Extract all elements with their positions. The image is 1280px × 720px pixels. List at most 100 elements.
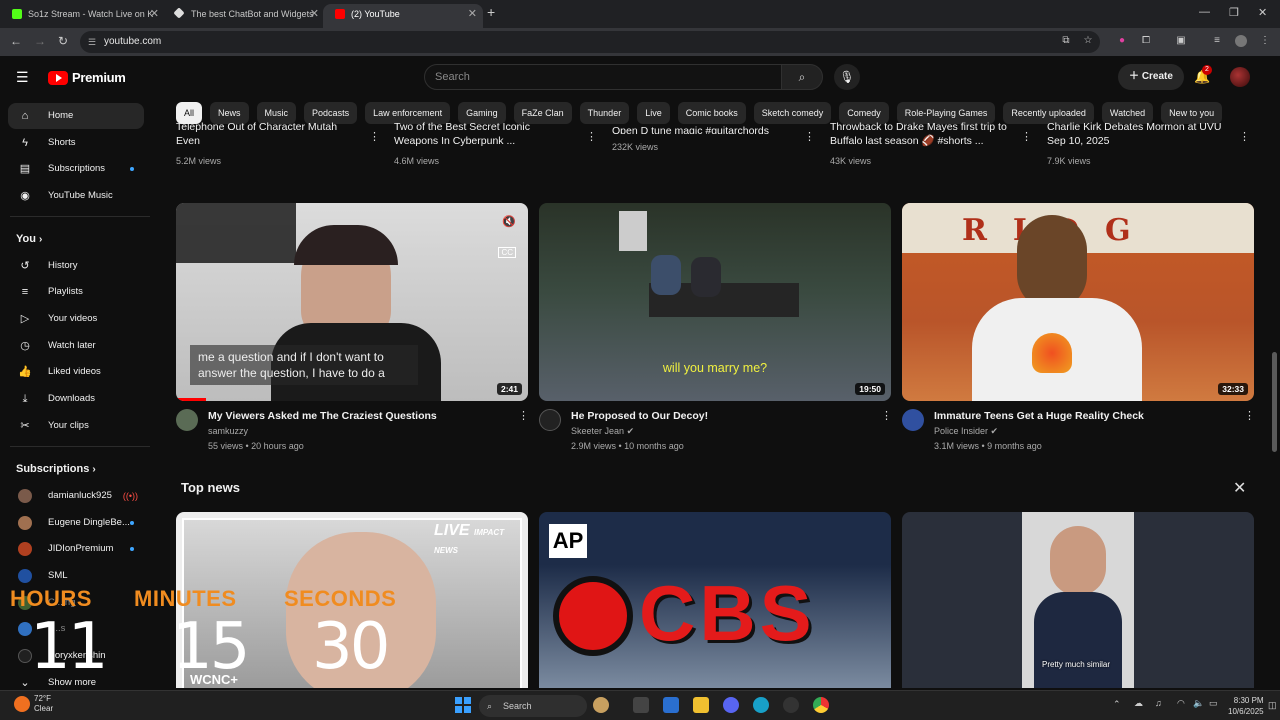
- minimize-icon[interactable]: —: [1199, 6, 1210, 18]
- close-tab-icon[interactable]: ✕: [310, 4, 319, 24]
- sidebar-item-subscriptions[interactable]: ▤ Subscriptions: [8, 156, 144, 182]
- sidebar-sub-item[interactable]: JIDIonPremium: [8, 536, 144, 562]
- chip-live[interactable]: Live: [637, 102, 670, 124]
- chip-comic-books[interactable]: Comic books: [677, 102, 746, 124]
- tray-app-icon[interactable]: ☁: [1134, 698, 1143, 709]
- page-scrollbar[interactable]: [1270, 56, 1280, 690]
- close-section-icon[interactable]: ✕: [1233, 478, 1246, 498]
- extensions-puzzle-icon[interactable]: ⧠: [1140, 35, 1152, 47]
- more-actions-icon[interactable]: ⋮: [881, 409, 892, 422]
- chip-thunder[interactable]: Thunder: [579, 102, 630, 124]
- youtube-logo[interactable]: Premium: [48, 70, 126, 85]
- sidebar-item-watch-later[interactable]: ◷ Watch later: [8, 333, 144, 359]
- video-title[interactable]: Two of the Best Secret Iconic Weapons In …: [394, 121, 574, 148]
- close-tab-icon[interactable]: ✕: [468, 4, 477, 24]
- edge-app-icon[interactable]: [753, 697, 769, 713]
- channel-avatar[interactable]: [176, 409, 198, 431]
- news-thumbnail[interactable]: AP CBS: [539, 512, 891, 688]
- create-button[interactable]: ＋ Create: [1118, 64, 1184, 90]
- hamburger-menu-icon[interactable]: ☰: [16, 70, 30, 84]
- volume-icon[interactable]: 🔈: [1193, 698, 1204, 709]
- windows-start-icon[interactable]: [455, 697, 471, 713]
- extension-icon[interactable]: ●: [1116, 35, 1128, 47]
- bookmark-star-icon[interactable]: ☆: [1082, 35, 1094, 47]
- video-title[interactable]: Telephone Out of Character Mutah Even: [176, 121, 356, 148]
- url-bar[interactable]: ☰ youtube.com: [80, 31, 1100, 53]
- more-actions-icon[interactable]: ⋮: [586, 130, 597, 143]
- discord-app-icon[interactable]: [723, 697, 739, 713]
- back-icon[interactable]: ←: [10, 34, 22, 48]
- menu-kebab-icon[interactable]: ⋮: [1259, 35, 1271, 47]
- captions-icon[interactable]: CC: [498, 247, 516, 258]
- sidebar-item-playlists[interactable]: ≡ Playlists: [8, 279, 144, 305]
- video-title[interactable]: Throwback to Drake Mayes first trip to Bu…: [830, 121, 1020, 148]
- close-tab-icon[interactable]: ✕: [150, 4, 159, 24]
- you-heading[interactable]: You ›: [16, 233, 42, 245]
- sidebar-item-your-videos[interactable]: ▷ Your videos: [8, 306, 144, 332]
- clock[interactable]: 8:30 PM 10/6/2025: [1228, 695, 1264, 717]
- mute-icon[interactable]: 🔇: [502, 215, 516, 228]
- channel-name[interactable]: samkuzzy: [208, 426, 248, 436]
- chip-sketch-comedy[interactable]: Sketch comedy: [753, 102, 832, 124]
- chrome-app-icon[interactable]: [813, 697, 829, 713]
- subscriptions-heading[interactable]: Subscriptions ›: [16, 463, 96, 475]
- new-tab-button[interactable]: +: [487, 4, 495, 20]
- more-actions-icon[interactable]: ⋮: [518, 409, 529, 422]
- file-explorer-icon[interactable]: [693, 697, 709, 713]
- sidebar-item-liked-videos[interactable]: 👍 Liked videos: [8, 359, 144, 385]
- maximize-icon[interactable]: ❐: [1229, 6, 1239, 19]
- tray-chevron-icon[interactable]: ⌃: [1113, 699, 1121, 710]
- sidebar-sub-item[interactable]: Eugene DingleBe...: [8, 510, 144, 536]
- wifi-icon[interactable]: ◠: [1177, 698, 1185, 709]
- notifications-button[interactable]: 🔔 2: [1194, 65, 1212, 85]
- channel-avatar[interactable]: [902, 409, 924, 431]
- more-actions-icon[interactable]: ⋮: [369, 130, 380, 143]
- site-info-icon[interactable]: ☰: [88, 31, 96, 53]
- more-actions-icon[interactable]: ⋮: [804, 130, 815, 143]
- sidebar-item-history[interactable]: ↺ History: [8, 253, 144, 279]
- tray-app-icon[interactable]: ♫: [1155, 698, 1162, 708]
- sidebar-item-downloads[interactable]: ⤓ Downloads: [8, 386, 144, 412]
- task-view-icon[interactable]: [633, 697, 649, 713]
- notification-center-icon[interactable]: ◫: [1268, 700, 1277, 711]
- install-icon[interactable]: ⧉: [1060, 35, 1072, 47]
- video-title[interactable]: Immature Teens Get a Huge Reality Check: [934, 410, 1144, 422]
- tab-youtube[interactable]: (2) YouTube ✕: [323, 4, 483, 28]
- channel-name[interactable]: Police Insider ✔: [934, 426, 998, 437]
- sidebar-item-youtube-music[interactable]: ◉ YouTube Music: [8, 183, 144, 209]
- forward-icon[interactable]: →: [34, 34, 46, 48]
- weather-icon[interactable]: [14, 696, 30, 712]
- close-window-icon[interactable]: ✕: [1258, 6, 1267, 19]
- video-title[interactable]: Open D tune magic #guitarchords: [612, 124, 792, 134]
- reading-list-icon[interactable]: ≡: [1211, 35, 1223, 47]
- sidebar-item-shorts[interactable]: ϟ Shorts: [8, 130, 144, 156]
- video-title[interactable]: My Viewers Asked me The Craziest Questio…: [208, 410, 437, 422]
- weather-widget[interactable]: 72°F Clear: [34, 694, 53, 714]
- video-thumbnail[interactable]: me a question and if I don't want to ans…: [176, 203, 528, 401]
- channel-name[interactable]: Skeeter Jean ✔: [571, 426, 634, 437]
- tab-kick[interactable]: So1z Stream - Watch Live on K ✕: [0, 4, 165, 28]
- taskbar-search[interactable]: ⌕ Search: [479, 695, 587, 717]
- video-thumbnail[interactable]: will you marry me? 19:50: [539, 203, 891, 401]
- account-avatar[interactable]: [1230, 67, 1250, 87]
- search-button[interactable]: ⌕: [781, 64, 823, 90]
- widgets-app-icon[interactable]: [593, 697, 609, 713]
- video-title[interactable]: He Proposed to Our Decoy!: [571, 410, 708, 422]
- more-actions-icon[interactable]: ⋮: [1021, 130, 1032, 143]
- reload-icon[interactable]: ↻: [58, 34, 68, 48]
- profile-avatar-icon[interactable]: [1235, 35, 1247, 47]
- sidebar-item-home[interactable]: ⌂ Home: [8, 103, 144, 129]
- news-thumbnail[interactable]: Pretty much similar: [902, 512, 1254, 688]
- store-app-icon[interactable]: [663, 697, 679, 713]
- battery-icon[interactable]: ▭: [1209, 698, 1218, 709]
- video-thumbnail[interactable]: RIDG 32:33: [902, 203, 1254, 401]
- voice-search-button[interactable]: 🎙: [834, 64, 860, 90]
- more-actions-icon[interactable]: ⋮: [1244, 409, 1255, 422]
- video-title[interactable]: Charlie Kirk Debates Mormon at UVU Sep 10…: [1047, 121, 1237, 148]
- sidebar-sub-item[interactable]: damianluck925 ((•)): [8, 483, 144, 509]
- obs-app-icon[interactable]: [783, 697, 799, 713]
- search-input[interactable]: Search: [424, 64, 782, 90]
- tab-chatbot[interactable]: The best ChatBot and Widgets ✕: [163, 4, 325, 28]
- channel-avatar[interactable]: [539, 409, 561, 431]
- sidebar-item-your-clips[interactable]: ✂ Your clips: [8, 413, 144, 439]
